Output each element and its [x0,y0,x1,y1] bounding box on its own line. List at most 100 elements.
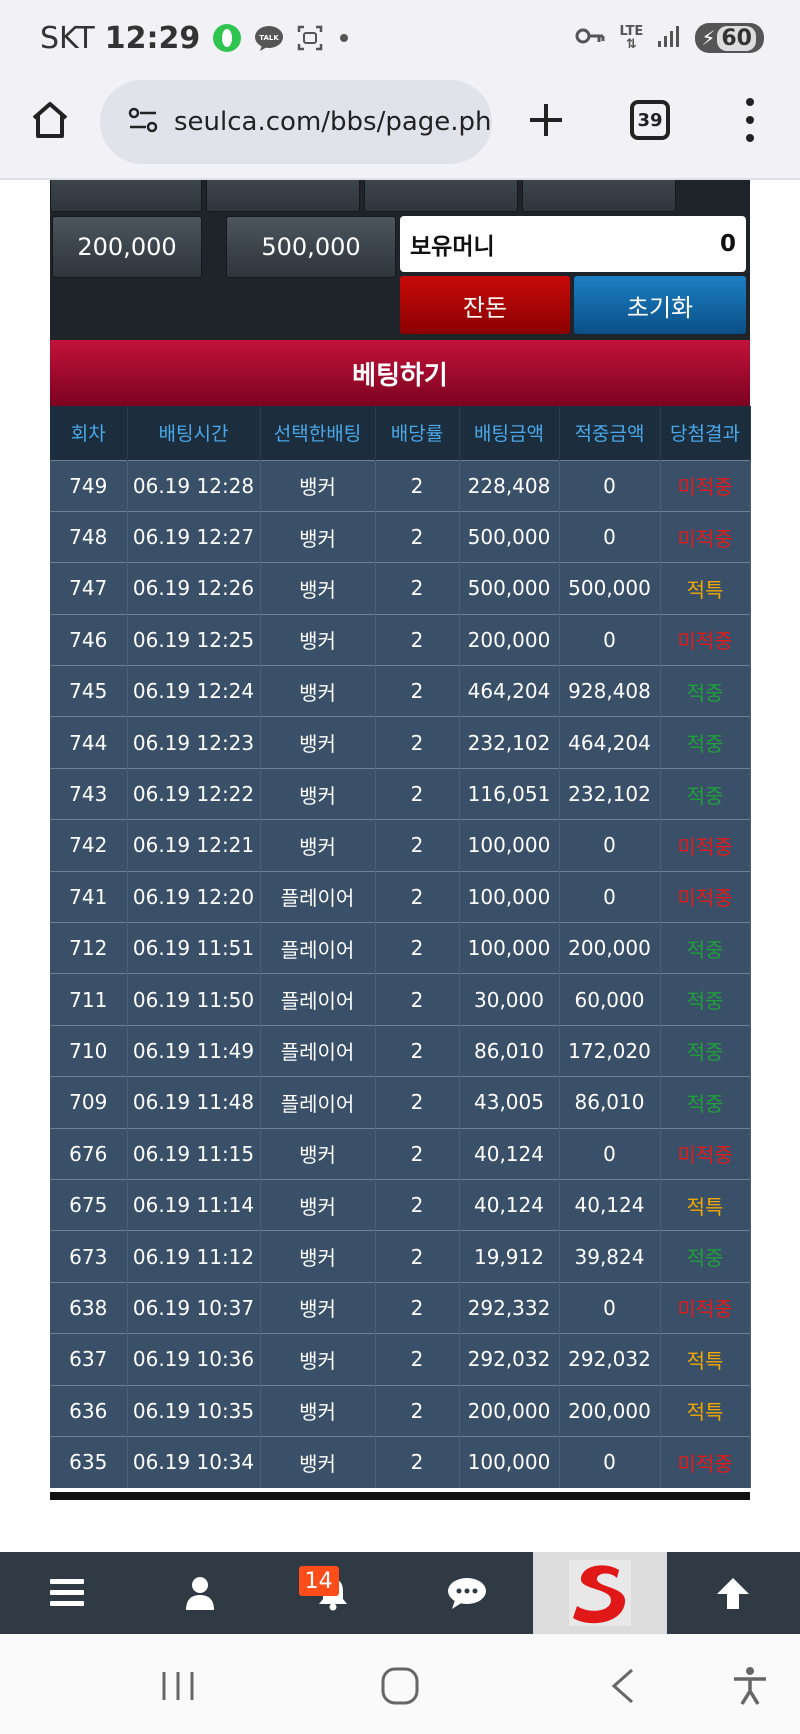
round-cell: 638 [50,1281,128,1334]
menu-icon [49,1579,84,1606]
odds-cell: 2 [375,1333,460,1386]
recent-apps-button[interactable] [156,1664,200,1708]
chat-button[interactable] [400,1552,533,1634]
site-settings-icon[interactable] [128,107,158,137]
notifications-button[interactable]: 14 [267,1552,400,1634]
scroll-top-button[interactable] [667,1552,800,1634]
time-cell: 06.19 10:37 [127,1281,261,1334]
result-cell: 미적중 [660,1127,751,1180]
screenshot-icon [296,24,324,52]
pick-cell: 플레이어 [260,1076,376,1129]
pick-cell: 뱅커 [260,1333,376,1386]
site-logo-icon [568,1560,631,1626]
table-row: 673 06.19 11:12 뱅커 2 19,912 39,824 적중 [50,1230,751,1283]
odds-cell: 2 [375,1127,460,1180]
bet-amount-cell: 19,912 [459,1230,560,1283]
win-amount-cell: 0 [559,1281,661,1334]
chip-500000-button[interactable]: 500,000 [226,216,396,278]
time-cell: 06.19 12:23 [127,716,261,769]
odds-cell: 2 [375,562,460,615]
table-row: 747 06.19 12:26 뱅커 2 500,000 500,000 적특 [50,562,751,615]
system-home-button[interactable] [378,1664,422,1708]
bet-amount-cell: 200,000 [459,1384,560,1437]
svg-text:TALK: TALK [259,34,279,42]
result-cell: 적중 [660,767,751,820]
odds-cell: 2 [375,1281,460,1334]
win-amount-cell: 60,000 [559,973,661,1026]
clock: 12:29 [104,20,201,56]
address-bar[interactable]: seulca.com/bbs/page.php [100,80,492,164]
reset-button[interactable]: 초기화 [574,276,746,334]
bet-amount-cell: 228,408 [459,459,560,512]
table-row: 710 06.19 11:49 플레이어 2 86,010 172,020 적중 [50,1024,751,1077]
pick-cell: 뱅커 [260,1435,376,1488]
table-row: 676 06.19 11:15 뱅커 2 40,124 0 미적중 [50,1127,751,1180]
bet-amount-cell: 40,124 [459,1127,560,1180]
win-amount-cell: 0 [559,510,661,563]
chip-button-partial[interactable] [206,180,360,212]
url-text[interactable]: seulca.com/bbs/page.php [174,107,492,137]
battery-indicator: ⚡ 60 [695,23,764,53]
change-button[interactable]: 잔돈 [400,276,570,334]
result-cell: 적특 [660,1333,751,1386]
time-cell: 06.19 11:49 [127,1024,261,1077]
win-amount-cell: 0 [559,459,661,512]
accessibility-button[interactable] [728,1664,772,1708]
win-amount-cell: 40,124 [559,1178,661,1231]
round-cell: 742 [50,819,128,872]
win-amount-cell: 0 [559,1435,661,1488]
more-notifications-dot [340,34,349,42]
betting-history-table: 회차 배팅시간 선택한배팅 배당률 배팅금액 적중금액 당첨결과 749 06.1… [50,406,751,1488]
round-cell: 748 [50,510,128,563]
site-bottom-nav: 14 [0,1552,800,1634]
odds-cell: 2 [375,819,460,872]
bet-amount-cell: 30,000 [459,973,560,1026]
odds-cell: 2 [375,459,460,512]
table-row: 742 06.19 12:21 뱅커 2 100,000 0 미적중 [50,819,751,872]
win-amount-cell: 86,010 [559,1076,661,1129]
home-icon [32,102,68,138]
win-amount-cell: 928,408 [559,665,661,717]
table-row: 749 06.19 12:28 뱅커 2 228,408 0 미적중 [50,459,751,512]
system-back-button[interactable] [602,1664,646,1708]
chip-button-partial[interactable] [522,180,676,212]
pick-cell: 뱅커 [260,562,376,615]
bet-amount-cell: 43,005 [459,1076,560,1129]
bet-amount-cell: 116,051 [459,767,560,820]
menu-button[interactable] [0,1552,133,1634]
betting-history-header: 베팅하기 [50,340,750,406]
round-cell: 711 [50,973,128,1026]
home-button[interactable] [28,98,72,142]
column-header: 당첨결과 [660,406,751,460]
table-row: 636 06.19 10:35 뱅커 2 200,000 200,000 적특 [50,1384,751,1437]
time-cell: 06.19 12:22 [127,767,261,820]
chip-button-partial[interactable] [364,180,518,212]
table-row: 741 06.19 12:20 플레이어 2 100,000 0 미적중 [50,870,751,923]
round-cell: 709 [50,1076,128,1129]
result-cell: 적중 [660,973,751,1026]
round-cell: 747 [50,562,128,615]
result-cell: 적중 [660,716,751,769]
new-tab-button[interactable] [524,98,568,142]
pick-cell: 뱅커 [260,510,376,563]
round-cell: 636 [50,1384,128,1437]
result-cell: 미적중 [660,459,751,512]
pick-cell: 뱅커 [260,613,376,666]
chip-button-partial[interactable] [50,180,202,212]
site-logo-button[interactable] [533,1552,667,1634]
browser-menu-button[interactable] [738,94,762,146]
round-cell: 675 [50,1178,128,1231]
round-cell: 741 [50,870,128,923]
user-button[interactable] [133,1552,266,1634]
pick-cell: 뱅커 [260,716,376,769]
tab-switcher-button[interactable]: 39 [630,100,670,140]
table-row: 638 06.19 10:37 뱅커 2 292,332 0 미적중 [50,1281,751,1334]
chip-200000-button[interactable]: 200,000 [52,216,202,278]
result-cell: 미적중 [660,510,751,563]
user-icon [185,1577,214,1610]
plus-icon [530,104,562,136]
bet-amount-cell: 292,332 [459,1281,560,1334]
time-cell: 06.19 12:24 [127,665,261,717]
menu-dot [746,116,754,124]
time-cell: 06.19 11:51 [127,922,261,974]
